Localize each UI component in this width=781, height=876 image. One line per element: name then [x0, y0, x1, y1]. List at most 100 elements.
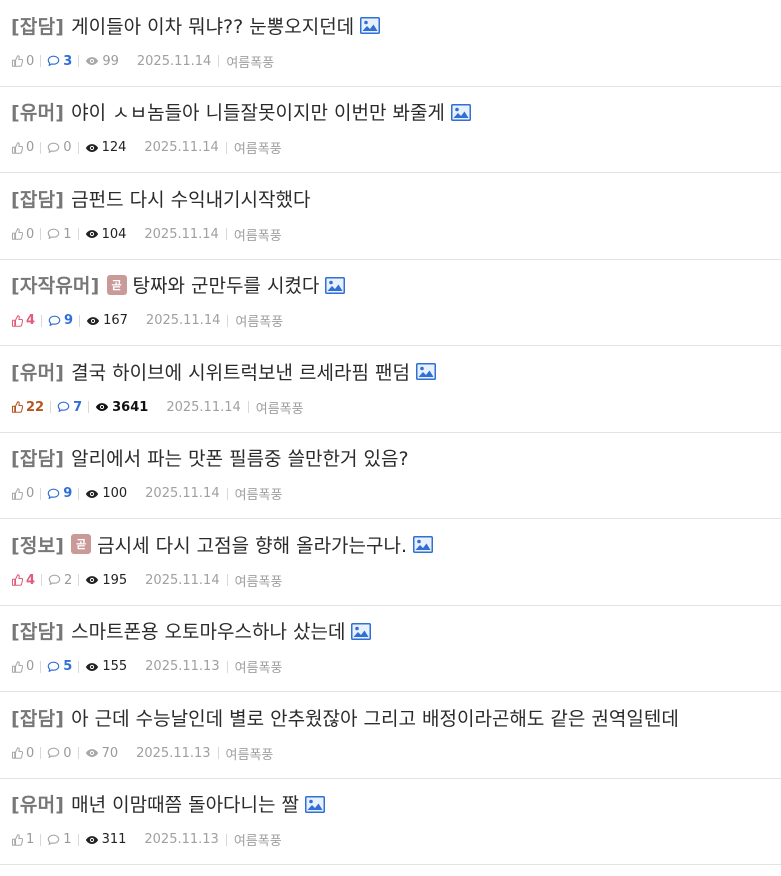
divider: [225, 833, 227, 846]
eye-icon: [86, 316, 100, 326]
hot-badge-icon: 곧: [71, 534, 92, 554]
comment-count[interactable]: 1: [47, 832, 72, 847]
post-author[interactable]: 여름폭풍: [235, 657, 283, 676]
comment-count[interactable]: 9: [48, 313, 73, 328]
post-category[interactable]: [유머]: [11, 358, 64, 385]
post-row[interactable]: [유머] 결국 하이브에 시위트럭보낸 르세라핌 팬덤 22 7 3641 20…: [0, 346, 781, 433]
post-date: 2025.11.13: [136, 745, 211, 761]
post-title-line[interactable]: [잡담] 게이들아 이차 뭐냐?? 눈뽕오지던데: [11, 11, 777, 39]
like-count-value: 0: [26, 140, 35, 155]
divider: [227, 314, 229, 327]
post-row[interactable]: [정보] 곧 금시세 다시 고점을 향해 올라가는구나. 4 2 195 202…: [0, 519, 781, 606]
post-row[interactable]: [유머] 야이 ㅅㅂ놈들아 니들잘못이지만 이번만 봐줄게 0 0 124 20…: [0, 87, 781, 173]
comment-bubble-icon: [48, 574, 61, 586]
comment-count[interactable]: 1: [47, 227, 72, 242]
post-author[interactable]: 여름폭풍: [235, 484, 283, 503]
comment-count-value: 2: [64, 572, 73, 588]
post-author[interactable]: 여름폭풍: [234, 830, 282, 849]
post-date: 2025.11.14: [145, 572, 220, 588]
post-title-link[interactable]: 스마트폰용 오토마우스하나 샀는데: [71, 617, 345, 644]
post-author[interactable]: 여름폭풍: [235, 311, 283, 330]
divider: [77, 228, 79, 240]
post-row[interactable]: [잡담] 게이들아 이차 뭐냐?? 눈뽕오지던데 0 3 99 2025.11.…: [0, 0, 781, 87]
divider: [225, 141, 227, 154]
post-author[interactable]: 여름폭풍: [226, 52, 274, 71]
post-row[interactable]: [잡담] 알리에서 파는 맛폰 필름중 쓸만한거 있음? 0 9 100 202…: [0, 433, 781, 519]
view-count-value: 104: [101, 226, 127, 242]
comment-bubble-icon: [47, 55, 60, 67]
like-count-value: 1: [26, 832, 35, 847]
like-count: 4: [11, 313, 35, 328]
thumbs-up-icon: [11, 574, 23, 586]
hot-badge-icon: 곧: [106, 274, 127, 295]
eye-icon: [95, 402, 109, 412]
post-title-line[interactable]: [유머] 야이 ㅅㅂ놈들아 니들잘못이지만 이번만 봐줄게: [11, 98, 777, 126]
view-count: 311: [85, 832, 126, 847]
comment-count[interactable]: 0: [47, 746, 72, 761]
post-category[interactable]: [자작유머]: [11, 271, 100, 298]
comment-count[interactable]: 5: [47, 659, 72, 674]
post-author[interactable]: 여름폭풍: [226, 744, 274, 763]
post-row[interactable]: [잡담] 금펀드 다시 수익내기시작했다 0 1 104 2025.11.14 …: [0, 173, 781, 260]
post-author[interactable]: 여름폭풍: [256, 398, 304, 417]
post-author[interactable]: 여름폭풍: [234, 225, 282, 244]
post-category[interactable]: [잡담]: [11, 704, 64, 731]
comment-count[interactable]: 0: [47, 140, 72, 155]
post-title-line[interactable]: [유머] 결국 하이브에 시위트럭보낸 르세라핌 팬덤: [11, 357, 777, 385]
view-count-value: 70: [101, 745, 119, 761]
divider: [40, 660, 42, 673]
post-title-line[interactable]: [잡담] 금펀드 다시 수익내기시작했다: [11, 184, 777, 212]
post-category[interactable]: [잡담]: [11, 617, 64, 644]
divider: [41, 314, 43, 327]
post-title-link[interactable]: 매년 이맘때쯤 돌아다니는 짤: [71, 790, 299, 817]
comment-count[interactable]: 7: [57, 400, 82, 415]
post-title-line[interactable]: [정보] 곧 금시세 다시 고점을 향해 올라가는구나.: [11, 530, 777, 558]
post-row[interactable]: [자작유머] 곧 탕짜와 군만두를 시켰다 4 9 167 2025.11.14…: [0, 260, 781, 346]
post-category[interactable]: [잡담]: [11, 12, 64, 39]
post-date: 2025.11.14: [144, 140, 219, 155]
like-count-value: 0: [26, 53, 35, 69]
post-title-link[interactable]: 금펀드 다시 수익내기시작했다: [71, 185, 310, 212]
post-title-line[interactable]: [잡담] 아 근데 수능날인데 별로 안추웠잖아 그리고 배정이라곤해도 같은 …: [11, 703, 777, 731]
post-title-link[interactable]: 게이들아 이차 뭐냐?? 눈뽕오지던데: [71, 12, 354, 39]
post-title-link[interactable]: 탕짜와 군만두를 시켰다: [133, 271, 320, 298]
like-count: 1: [11, 832, 34, 847]
post-title-line[interactable]: [유머] 매년 이맘때쯤 돌아다니는 짤: [11, 790, 777, 818]
post-title-link[interactable]: 야이 ㅅㅂ놈들아 니들잘못이지만 이번만 봐줄게: [71, 98, 445, 125]
view-count-value: 155: [102, 659, 128, 674]
eye-icon: [85, 575, 99, 585]
post-meta: 0 3 99 2025.11.14 여름폭풍: [11, 52, 274, 71]
comment-bubble-icon: [47, 488, 60, 500]
comment-count[interactable]: 3: [47, 54, 72, 69]
post-author[interactable]: 여름폭풍: [234, 138, 282, 157]
divider: [79, 314, 81, 327]
post-title-link[interactable]: 알리에서 파는 맛폰 필름중 쓸만한거 있음?: [71, 444, 408, 471]
post-title-link[interactable]: 결국 하이브에 시위트럭보낸 르세라핌 팬덤: [71, 358, 410, 385]
post-author[interactable]: 여름폭풍: [235, 571, 283, 590]
comment-count-value: 3: [63, 53, 73, 69]
like-count: 0: [11, 227, 34, 242]
post-row[interactable]: [잡담] 아 근데 수능날인데 별로 안추웠잖아 그리고 배정이라곤해도 같은 …: [0, 692, 781, 779]
post-row[interactable]: [유머] 매년 이맘때쯤 돌아다니는 짤 1 1 311 2025.11.13 …: [0, 779, 781, 865]
comment-count[interactable]: 2: [48, 573, 72, 588]
post-title-line[interactable]: [잡담] 알리에서 파는 맛폰 필름중 쓸만한거 있음?: [11, 444, 777, 472]
post-category[interactable]: [잡담]: [11, 185, 64, 212]
post-title-link[interactable]: 금시세 다시 고점을 향해 올라가는구나.: [97, 531, 407, 558]
post-title-link[interactable]: 아 근데 수능날인데 별로 안추웠잖아 그리고 배정이라곤해도 같은 권역일텐데: [71, 704, 679, 731]
post-row[interactable]: [잡담] 스마트폰용 오토마우스하나 샀는데 0 5 155 2025.11.1…: [0, 606, 781, 692]
post-category[interactable]: [유머]: [11, 98, 64, 125]
post-category[interactable]: [잡담]: [11, 444, 64, 471]
post-title-line[interactable]: [잡담] 스마트폰용 오토마우스하나 샀는데: [11, 617, 777, 645]
divider: [40, 141, 42, 154]
divider: [40, 228, 42, 240]
divider: [78, 660, 80, 673]
comment-count[interactable]: 9: [47, 486, 72, 501]
post-category[interactable]: [유머]: [11, 790, 64, 817]
divider: [77, 747, 79, 759]
post-title-line[interactable]: [자작유머] 곧 탕짜와 군만두를 시켰다: [11, 271, 777, 299]
divider: [88, 401, 90, 413]
post-category[interactable]: [정보]: [11, 531, 64, 558]
comment-bubble-icon: [47, 228, 60, 240]
post-meta: 0 0 124 2025.11.14 여름폭풍: [11, 139, 282, 157]
divider: [77, 141, 79, 154]
